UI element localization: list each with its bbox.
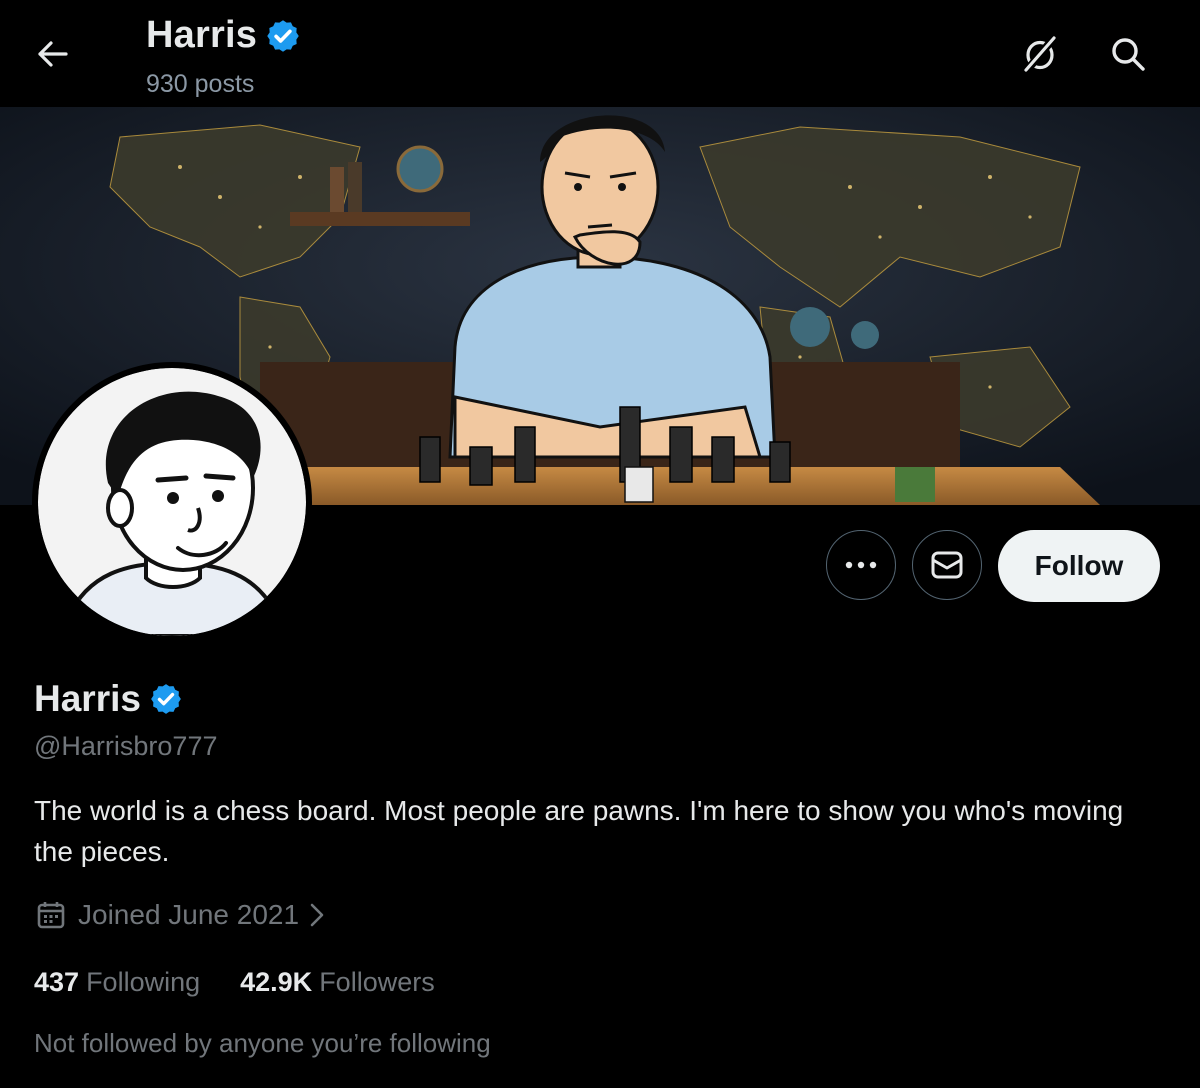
follow-button[interactable]: Follow [998,530,1160,602]
profile-handle: @Harrisbro777 [34,731,218,761]
profile-actions: Follow [826,530,1160,602]
more-horizontal-icon [845,561,877,569]
following-count: 437 [34,967,80,997]
following-label: Following [86,967,201,997]
followers-label: Followers [319,967,435,997]
top-bar: Harris 930 posts [0,0,1200,107]
joined-date[interactable]: Joined June 2021 [36,899,325,931]
following-link[interactable]: 437 Following [34,967,200,998]
profile-bio: The world is a chess board. Most people … [34,795,1124,867]
chevron-right-icon [309,902,325,928]
profile-name: Harris [34,678,141,719]
followers-count: 42.9K [240,967,313,997]
header-title: Harris [146,14,301,57]
followers-link[interactable]: 42.9K Followers [240,967,435,998]
mail-icon [931,551,963,579]
search-icon [1112,38,1145,71]
grok-button[interactable] [1018,32,1062,76]
back-button[interactable] [30,34,76,74]
joined-label: Joined June 2021 [78,899,300,930]
verified-badge-icon [265,18,301,54]
follow-stats: 437 Following 42.9K Followers [34,967,475,998]
not-followed-note: Not followed by anyone you’re following [34,1028,491,1058]
profile-name-row: Harris [34,678,183,720]
search-button[interactable] [1106,32,1150,76]
more-button[interactable] [826,530,896,600]
message-button[interactable] [912,530,982,600]
calendar-icon [36,900,66,930]
verified-badge-icon[interactable] [149,682,183,716]
post-count: 930 posts [146,70,255,98]
grok-icon [1024,36,1057,72]
profile-avatar[interactable] [32,362,312,642]
avatar-illustration [38,368,306,636]
header-name: Harris [146,14,258,56]
back-arrow-icon [38,41,68,67]
